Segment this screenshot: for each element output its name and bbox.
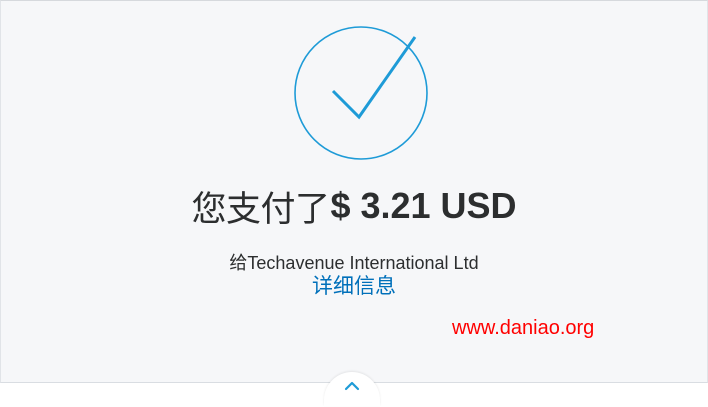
confirmation-panel: 您支付了 $ 3.21 USD 给Techavenue Internationa…: [0, 0, 708, 383]
watermark-text: www.daniao.org: [452, 317, 595, 339]
payment-confirmation-page: 您支付了 $ 3.21 USD 给Techavenue Internationa…: [0, 0, 708, 407]
checkmark-circle-icon: [294, 26, 428, 160]
chevron-up-icon: [344, 381, 360, 391]
amount-value: $ 3.21 USD: [330, 185, 517, 226]
amount-prefix: 您支付了: [191, 189, 330, 230]
payment-amount-line: 您支付了 $ 3.21 USD: [1, 179, 707, 233]
details-link[interactable]: 详细信息: [1, 270, 707, 300]
